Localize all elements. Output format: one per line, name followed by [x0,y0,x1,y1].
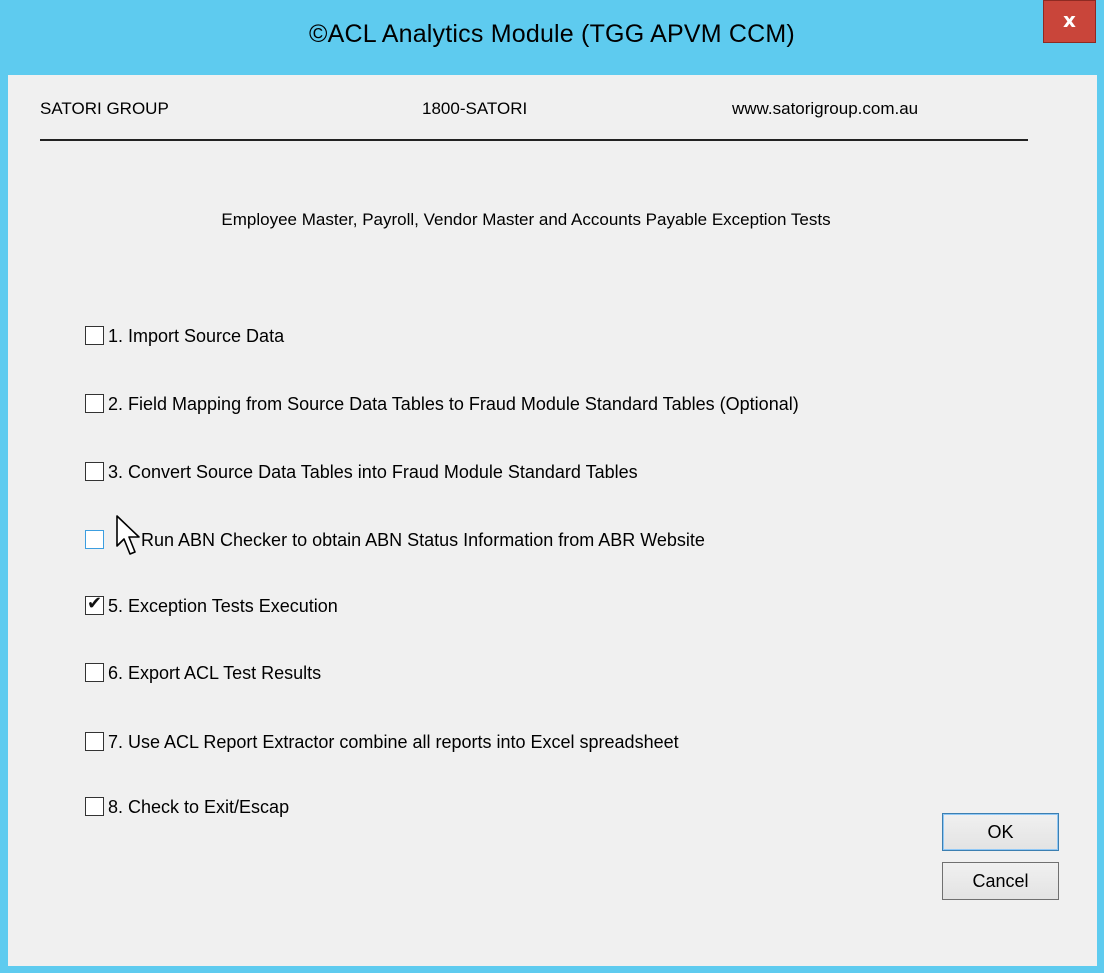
header-divider [40,139,1028,141]
checkbox[interactable] [85,326,104,345]
dialog-subtitle: Employee Master, Payroll, Vendor Master … [221,210,831,229]
option-label: 1. Import Source Data [108,326,285,346]
company-name: SATORI GROUP [40,99,169,118]
window-title: ©ACL Analytics Module (TGG APVM CCM) [309,20,795,48]
close-icon: x [1063,8,1076,32]
website: www.satorigroup.com.au [732,99,919,118]
checkmark-icon: ✔ [87,593,103,614]
checkbox[interactable] [85,530,104,549]
cancel-button[interactable]: Cancel [942,862,1059,900]
phone-number: 1800-SATORI [422,99,528,118]
dialog-body: SATORI GROUP 1800-SATORI www.satorigroup… [8,75,1097,966]
close-button[interactable]: x [1043,0,1096,43]
checkbox[interactable] [85,732,104,751]
option-label: 6. Export ACL Test Results [108,663,322,683]
option-label: 3. Convert Source Data Tables into Fraud… [108,462,638,482]
checkbox[interactable] [85,797,104,816]
option-label: 2. Field Mapping from Source Data Tables… [108,394,799,414]
option-label: 8. Check to Exit/Escap [108,797,290,817]
arrow-cursor-icon [116,515,140,555]
option-label: 5. Exception Tests Execution [108,596,338,616]
checkbox[interactable]: ✔ [85,593,104,615]
checkbox[interactable] [85,663,104,682]
checkbox[interactable] [85,394,104,413]
option-label: Run ABN Checker to obtain ABN Status Inf… [141,530,705,550]
option-label: 7. Use ACL Report Extractor combine all … [108,732,679,752]
ok-button[interactable]: OK [942,813,1059,851]
checkbox[interactable] [85,462,104,481]
title-bar[interactable]: ©ACL Analytics Module (TGG APVM CCM) x [0,0,1104,75]
